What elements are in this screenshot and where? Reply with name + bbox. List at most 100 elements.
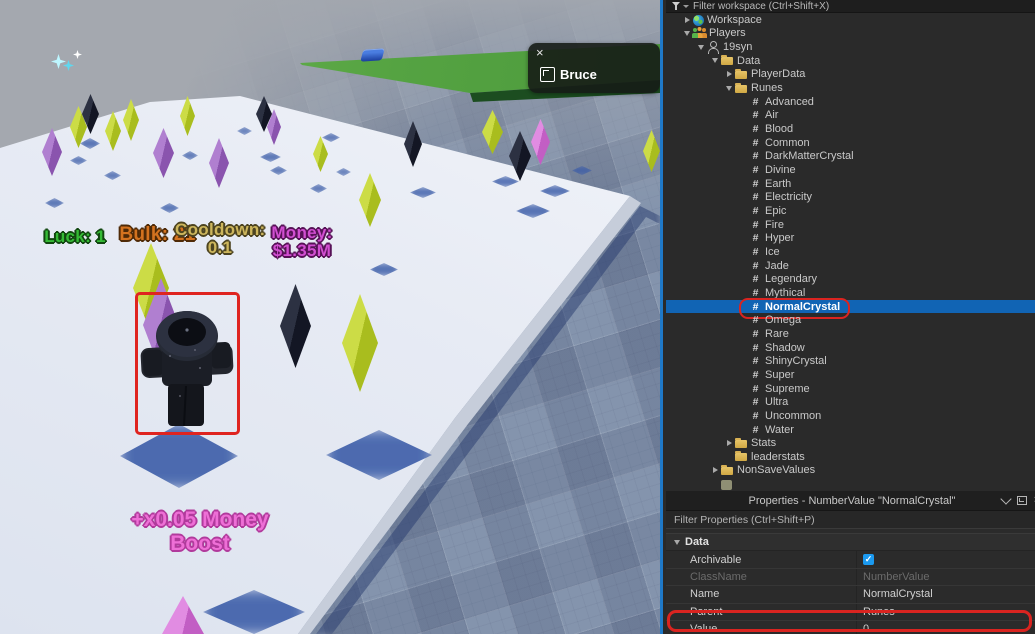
tree-item-label: Ultra [765,396,789,409]
chevron-down-icon[interactable] [710,58,720,64]
tree-item-label: Divine [765,164,796,177]
tree-item-shinycrystal[interactable]: # ShinyCrystal [666,354,1035,368]
tree-item-air[interactable]: # Air [666,109,1035,123]
property-value[interactable]: 0 [856,620,1035,634]
tree-item-label: ShinyCrystal [765,355,827,368]
property-value[interactable]: Runes [856,603,1035,620]
hash-icon: # [752,150,759,163]
explorer-panel: WorkspacePlayers19synDataPlayerDataRunes… [666,0,1035,491]
nametag-tooltip: × Bruce [528,43,660,93]
close-icon[interactable]: × [536,45,544,60]
tree-item-super[interactable]: # Super [666,368,1035,382]
tree-item-label: Runes [751,82,783,95]
folder-icon [735,68,748,81]
tree-item-label: Ice [765,245,780,258]
billboard-icon [540,67,555,82]
chevron-down-icon[interactable] [696,44,706,50]
tree-item-label: Jade [765,259,789,272]
tree-item-uncommon[interactable]: # Uncommon [666,409,1035,423]
tree-item-stats[interactable]: Stats [666,436,1035,450]
tree-item-playerdata[interactable]: PlayerData [666,68,1035,82]
player-character[interactable] [140,296,234,428]
person-icon [707,41,720,55]
explorer-tree: Workspace Players 19syn Data PlayerData Runes… [666,13,1035,491]
checkbox[interactable]: ✓ [863,554,874,566]
tree-item-label: Blood [765,123,794,136]
tree-item-label: Uncommon [765,409,822,422]
folder-icon [735,82,748,95]
tree-item-mythical[interactable]: # Mythical [666,286,1035,300]
tree-item-hyper[interactable]: # Hyper [666,232,1035,246]
properties-filter-input[interactable] [674,513,1030,526]
tree-item-label: Hyper [765,232,795,245]
tree-item-ice[interactable]: # Ice [666,245,1035,259]
tree-item-19syn[interactable]: 19syn [666,40,1035,55]
hash-icon: # [752,368,759,381]
tree-item-electricity[interactable]: # Electricity [666,191,1035,205]
undock-icon[interactable] [1016,496,1027,505]
tree-item-label: Advanced [765,95,814,108]
folder-icon [735,437,748,450]
chevron-right-icon[interactable] [724,71,734,78]
explorer-filter-input[interactable] [693,0,1032,12]
tree-item-supreme[interactable]: # Supreme [666,382,1035,396]
tree-item-runes[interactable]: Runes [666,81,1035,95]
hash-icon: # [752,164,759,177]
hash-icon: # [752,245,759,258]
tree-item-leaderstats[interactable]: leaderstats [666,450,1035,464]
tree-item-shadow[interactable]: # Shadow [666,341,1035,355]
chevron-down-icon[interactable] [682,30,692,36]
tree-item-nonsavevalues[interactable]: NonSaveValues [666,464,1035,478]
chevron-down-icon[interactable] [999,493,1012,505]
tree-item-earth[interactable]: # Earth [666,177,1035,191]
tree-item-workspace[interactable]: Workspace [666,13,1035,27]
chevron-right-icon[interactable] [724,440,734,447]
tree-item-fire[interactable]: # Fire [666,218,1035,232]
hash-icon: # [752,355,759,368]
3d-viewport[interactable]: Luck: 1 Bulk: 21 Cooldown: 0.1 Money: $1.3… [0,0,660,634]
hash-icon: # [752,123,759,136]
tree-item-label: Air [765,109,779,122]
tree-item-water[interactable]: # Water [666,423,1035,437]
tree-item-omega[interactable]: # Omega [666,313,1035,327]
tree-item-advanced[interactable]: # Advanced [666,95,1035,109]
tree-item-data[interactable]: Data [666,54,1035,68]
chevron-right-icon[interactable] [710,467,720,474]
chevron-down-icon[interactable] [724,85,734,91]
properties-panel: Properties - NumberValue "NormalCrystal"… [666,491,1035,634]
nametag-label: Bruce [560,67,597,82]
tree-item-ultra[interactable]: # Ultra [666,395,1035,409]
tree-item-partial[interactable] [666,477,1035,491]
tree-item-label: Rare [765,327,789,340]
chevron-down-icon[interactable] [683,4,689,8]
section-header-data[interactable]: Data [666,533,1035,551]
tree-item-divine[interactable]: # Divine [666,163,1035,177]
hash-icon: # [752,191,759,204]
folder-icon [721,464,734,477]
property-value: NumberValue [856,569,1035,586]
properties-title: Properties - NumberValue "NormalCrystal" [748,494,956,507]
property-value[interactable]: NormalCrystal [856,586,1035,603]
chevron-right-icon[interactable] [682,16,692,23]
tree-item-epic[interactable]: # Epic [666,204,1035,218]
tree-item-common[interactable]: # Common [666,136,1035,150]
tree-item-label: Mythical [765,286,806,299]
money-boost-label: +x0.05 Money Boost [131,508,269,555]
tree-item-label: NonSaveValues [737,464,816,477]
tree-item-darkmattercrystal[interactable]: # DarkMatterCrystal [666,150,1035,164]
property-value[interactable]: ✓ [856,551,1035,569]
stat-cooldown: Cooldown: 0.1 [175,220,266,257]
tree-item-label: Omega [765,314,802,327]
hash-icon: # [752,327,759,340]
tree-item-players[interactable]: Players [666,27,1035,41]
filter-funnel-icon[interactable] [672,2,680,10]
tree-item-blood[interactable]: # Blood [666,122,1035,136]
tree-item-label: Legendary [765,273,817,286]
tree-item-legendary[interactable]: # Legendary [666,272,1035,286]
tree-item-jade[interactable]: # Jade [666,259,1035,273]
hash-icon: # [752,95,759,108]
tree-item-normalcrystal[interactable]: # NormalCrystal [666,297,1035,319]
property-label: Value [690,622,718,634]
tree-item-rare[interactable]: # Rare [666,327,1035,341]
tree-item-label: PlayerData [751,68,806,81]
